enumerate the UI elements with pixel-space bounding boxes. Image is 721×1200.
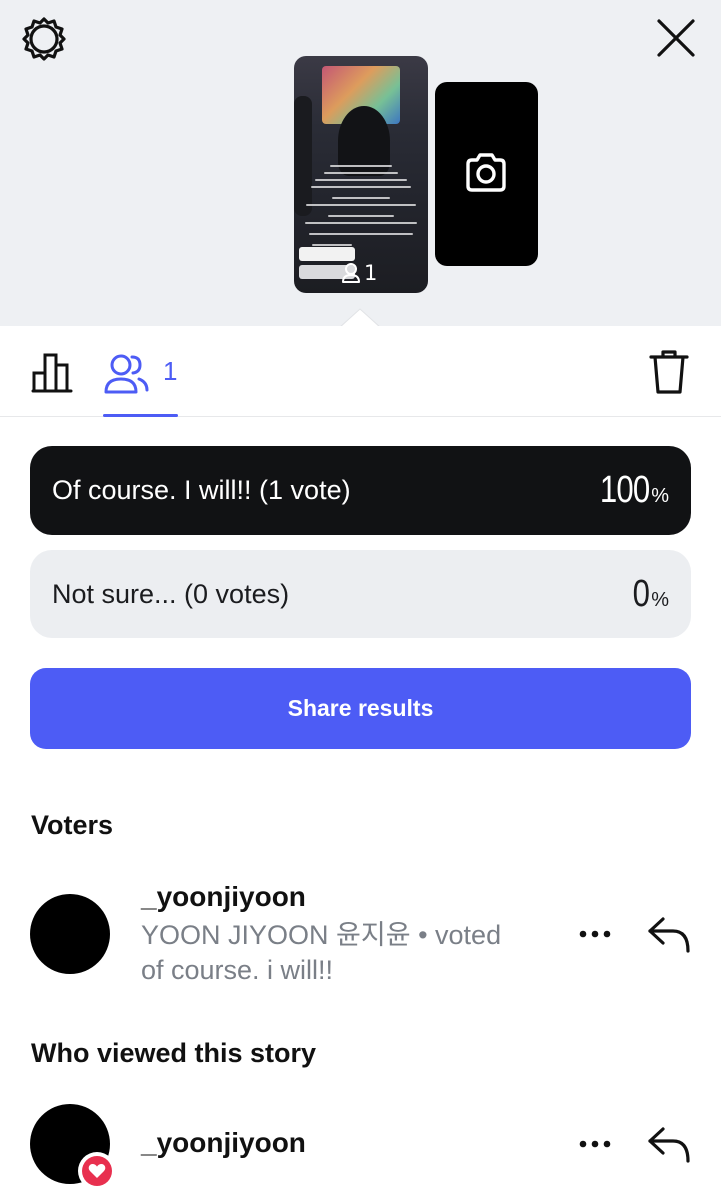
poll-option-percent: 100% [599, 469, 669, 511]
camera-icon [466, 153, 506, 192]
people-icon [104, 354, 149, 394]
viewer-username[interactable]: _yoonjiyoon [141, 1127, 306, 1159]
tab-voters[interactable]: 1 [103, 348, 178, 417]
gear-icon[interactable] [21, 16, 67, 62]
reply-icon[interactable] [647, 915, 691, 953]
results-tabs: 1 [0, 326, 721, 417]
poll-option-label: Of course. I will!! (1 vote) [52, 475, 351, 505]
reaction-badge [78, 1152, 116, 1190]
poll-option-result: Not sure... (0 votes) 0% [30, 550, 691, 638]
more-options-icon[interactable] [578, 929, 612, 939]
active-tab-underline [103, 414, 178, 417]
avatar[interactable] [30, 894, 110, 974]
poll-option-label: Not sure... (0 votes) [52, 578, 290, 609]
voter-full-name: YOON JIYOON 윤지윤 [141, 920, 411, 950]
voter-details: YOON JIYOON 윤지윤 • voted of course. i wil… [141, 920, 502, 985]
voters-count: 1 [163, 356, 178, 386]
thumbnail-vote-count: 1 [342, 260, 377, 286]
trash-icon[interactable] [648, 348, 690, 396]
poll-option-percent: 0% [632, 572, 669, 615]
people-icon [342, 263, 360, 283]
close-icon[interactable] [654, 16, 698, 60]
poll-option-result: Of course. I will!! (1 vote) 100% [30, 446, 691, 535]
voter-choice: of course. i will!! [141, 955, 334, 985]
heart-icon [88, 1163, 106, 1178]
story-thumbnail[interactable]: 1 [294, 56, 428, 293]
thumbnail-poll-option-1 [299, 247, 355, 261]
selected-indicator [340, 308, 380, 328]
voter-username[interactable]: _yoonjiyoon [141, 881, 306, 913]
more-options-icon[interactable] [578, 1139, 612, 1149]
viewers-heading: Who viewed this story [31, 1038, 317, 1068]
bar-chart-icon[interactable] [30, 351, 74, 395]
voter-status: voted [435, 920, 502, 950]
voters-heading: Voters [31, 810, 114, 840]
add-story-camera-thumbnail[interactable] [435, 82, 538, 266]
story-preview-area: 1 [0, 0, 721, 328]
reply-icon[interactable] [647, 1125, 691, 1163]
share-results-button[interactable]: Share results [30, 668, 691, 749]
